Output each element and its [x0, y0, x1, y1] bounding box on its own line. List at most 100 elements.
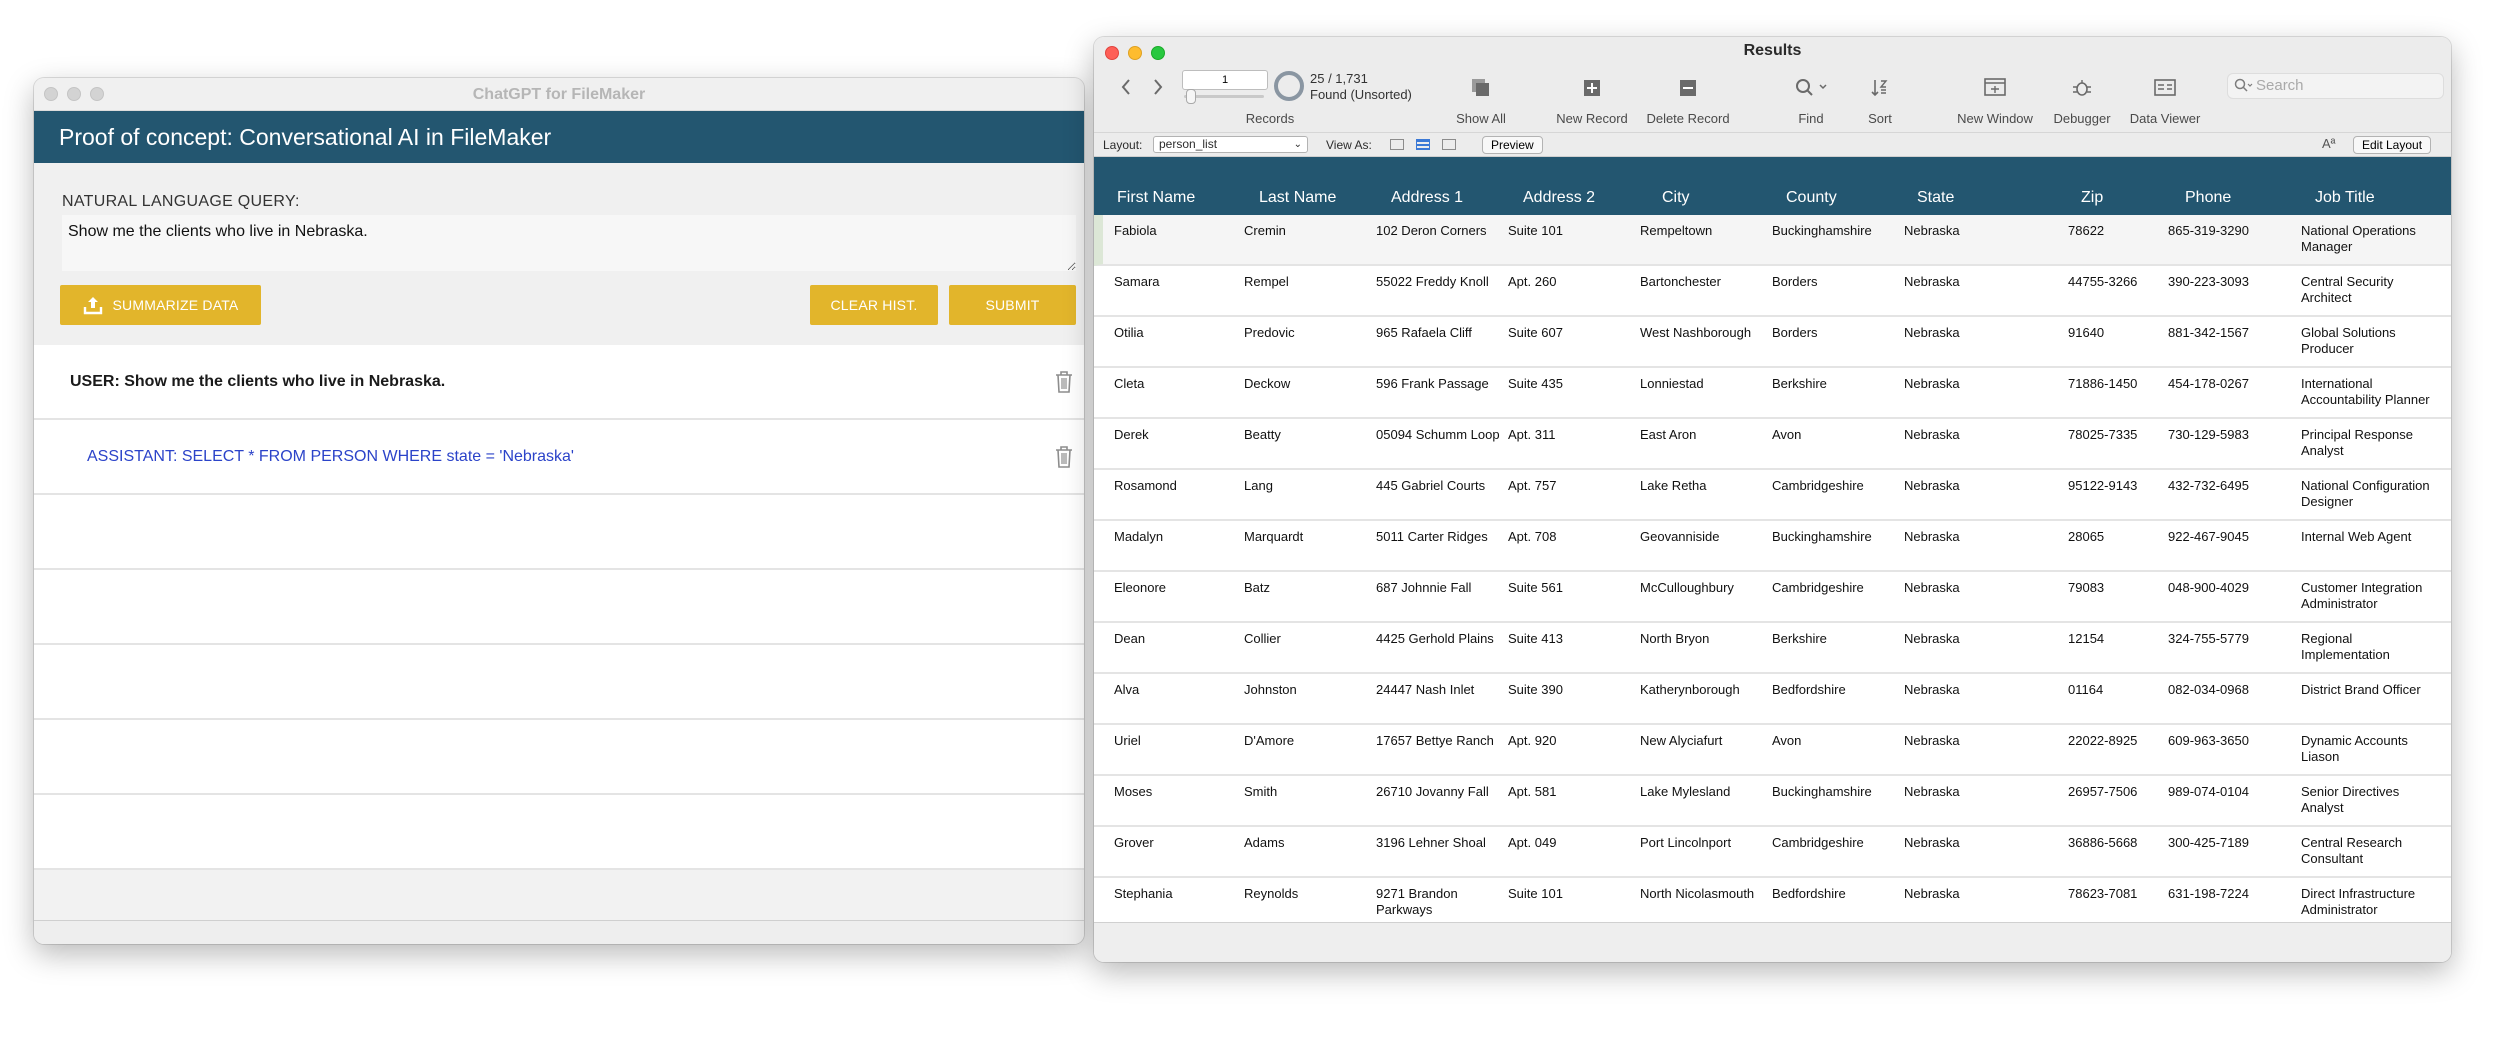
table-row[interactable]: Alva Johnston 24447 Nash Inlet Suite 390 Kat…: [1094, 674, 2451, 725]
phone-cell[interactable]: 730-129-5983: [2168, 427, 2293, 443]
state-cell[interactable]: Nebraska: [1904, 784, 2054, 800]
address2-cell[interactable]: Suite 101: [1508, 886, 1628, 902]
column-header[interactable]: Phone: [2185, 189, 2231, 207]
record-number-input[interactable]: [1182, 70, 1268, 90]
summarize-data-button[interactable]: SUMMARIZE DATA: [60, 285, 261, 325]
close-window-button[interactable]: [44, 87, 58, 101]
preview-button[interactable]: Preview: [1482, 136, 1543, 154]
address2-cell[interactable]: Apt. 757: [1508, 478, 1628, 494]
trash-icon[interactable]: [1054, 370, 1074, 394]
state-cell[interactable]: Nebraska: [1904, 529, 2054, 545]
list-view-icon[interactable]: [1416, 139, 1430, 150]
city-cell[interactable]: West Nashborough: [1640, 325, 1765, 341]
column-header[interactable]: First Name: [1117, 189, 1195, 207]
job-title-cell[interactable]: Central Research Consultant: [2301, 835, 2441, 867]
new-record-icon[interactable]: [1581, 77, 1603, 99]
zip-cell[interactable]: 44755-3266: [2068, 274, 2163, 290]
address1-cell[interactable]: 17657 Bettye Ranch: [1376, 733, 1504, 749]
chevron-left-icon[interactable]: [1120, 77, 1132, 97]
trash-icon[interactable]: [1054, 445, 1074, 469]
county-cell[interactable]: Buckinghamshire: [1772, 223, 1900, 239]
county-cell[interactable]: Avon: [1772, 733, 1900, 749]
address2-cell[interactable]: Apt. 311: [1508, 427, 1628, 443]
table-row[interactable]: Grover Adams 3196 Lehner Shoal Apt. 049 Port…: [1094, 827, 2451, 878]
job-title-cell[interactable]: Dynamic Accounts Liason: [2301, 733, 2441, 765]
address1-cell[interactable]: 9271 Brandon Parkways: [1376, 886, 1504, 918]
zip-cell[interactable]: 26957-7506: [2068, 784, 2163, 800]
phone-cell[interactable]: 865-319-3290: [2168, 223, 2293, 239]
city-cell[interactable]: East Aron: [1640, 427, 1765, 443]
submit-button[interactable]: SUBMIT: [949, 285, 1076, 325]
debugger-button[interactable]: Debugger: [2053, 111, 2110, 126]
table-row[interactable]: Cleta Deckow 596 Frank Passage Suite 435 Lon…: [1094, 368, 2451, 419]
table-row[interactable]: Madalyn Marquardt 5011 Carter Ridges Apt. 7…: [1094, 521, 2451, 572]
column-header[interactable]: City: [1662, 189, 1690, 207]
first-name-cell[interactable]: Otilia: [1114, 325, 1234, 341]
address2-cell[interactable]: Suite 435: [1508, 376, 1628, 392]
first-name-cell[interactable]: Derek: [1114, 427, 1234, 443]
last-name-cell[interactable]: Smith: [1244, 784, 1364, 800]
last-name-cell[interactable]: Batz: [1244, 580, 1364, 596]
city-cell[interactable]: Lake Retha: [1640, 478, 1765, 494]
last-name-cell[interactable]: Lang: [1244, 478, 1364, 494]
edit-layout-button[interactable]: Edit Layout: [2353, 136, 2432, 154]
city-cell[interactable]: Port Lincolnport: [1640, 835, 1765, 851]
table-row[interactable]: Uriel D'Amore 17657 Bettye Ranch Apt. 920 Ne…: [1094, 725, 2451, 776]
search-input[interactable]: Search: [2227, 73, 2444, 99]
city-cell[interactable]: North Nicolasmouth: [1640, 886, 1765, 902]
last-name-cell[interactable]: Reynolds: [1244, 886, 1364, 902]
table-row[interactable]: Rosamond Lang 445 Gabriel Courts Apt. 757 La…: [1094, 470, 2451, 521]
address1-cell[interactable]: 445 Gabriel Courts: [1376, 478, 1504, 494]
phone-cell[interactable]: 922-467-9045: [2168, 529, 2293, 545]
show-all-icon[interactable]: [1470, 77, 1492, 99]
address1-cell[interactable]: 102 Deron Corners: [1376, 223, 1504, 239]
job-title-cell[interactable]: Regional Implementation: [2301, 631, 2441, 663]
phone-cell[interactable]: 881-342-1567: [2168, 325, 2293, 341]
last-name-cell[interactable]: Deckow: [1244, 376, 1364, 392]
state-cell[interactable]: Nebraska: [1904, 376, 2054, 392]
phone-cell[interactable]: 300-425-7189: [2168, 835, 2293, 851]
job-title-cell[interactable]: Direct Infrastructure Administrator: [2301, 886, 2441, 918]
job-title-cell[interactable]: Principal Response Analyst: [2301, 427, 2441, 459]
record-slider-handle[interactable]: [1186, 89, 1196, 104]
zip-cell[interactable]: 71886-1450: [2068, 376, 2163, 392]
last-name-cell[interactable]: Cremin: [1244, 223, 1364, 239]
table-row[interactable]: Otilia Predovic 965 Rafaela Cliff Suite 607…: [1094, 317, 2451, 368]
state-cell[interactable]: Nebraska: [1904, 325, 2054, 341]
address2-cell[interactable]: Apt. 581: [1508, 784, 1628, 800]
city-cell[interactable]: Lonniestad: [1640, 376, 1765, 392]
table-row[interactable]: Dean Collier 4425 Gerhold Plains Suite 413 N…: [1094, 623, 2451, 674]
job-title-cell[interactable]: National Operations Manager: [2301, 223, 2441, 255]
address2-cell[interactable]: Suite 561: [1508, 580, 1628, 596]
sort-icon[interactable]: [1869, 77, 1891, 99]
minimize-window-button[interactable]: [67, 87, 81, 101]
job-title-cell[interactable]: National Configuration Designer: [2301, 478, 2441, 510]
county-cell[interactable]: Cambridgeshire: [1772, 478, 1900, 494]
show-all-button[interactable]: Show All: [1456, 111, 1506, 126]
state-cell[interactable]: Nebraska: [1904, 478, 2054, 494]
table-row[interactable]: Moses Smith 26710 Jovanny Fall Apt. 581 Lake…: [1094, 776, 2451, 827]
city-cell[interactable]: North Bryon: [1640, 631, 1765, 647]
table-row[interactable]: Eleonore Batz 687 Johnnie Fall Suite 561 McC…: [1094, 572, 2451, 623]
address1-cell[interactable]: 687 Johnnie Fall: [1376, 580, 1504, 596]
first-name-cell[interactable]: Eleonore: [1114, 580, 1234, 596]
column-header[interactable]: Zip: [2081, 189, 2103, 207]
record-slider[interactable]: [1184, 95, 1264, 98]
data-viewer-button[interactable]: Data Viewer: [2130, 111, 2201, 126]
table-row[interactable]: Samara Rempel 55022 Freddy Knoll Apt. 260 Ba…: [1094, 266, 2451, 317]
address1-cell[interactable]: 965 Rafaela Cliff: [1376, 325, 1504, 341]
table-view-icon[interactable]: [1442, 139, 1456, 150]
data-viewer-icon[interactable]: [2153, 77, 2177, 99]
state-cell[interactable]: Nebraska: [1904, 427, 2054, 443]
zip-cell[interactable]: 95122-9143: [2068, 478, 2163, 494]
address2-cell[interactable]: Apt. 049: [1508, 835, 1628, 851]
state-cell[interactable]: Nebraska: [1904, 835, 2054, 851]
first-name-cell[interactable]: Grover: [1114, 835, 1234, 851]
zip-cell[interactable]: 78623-7081: [2068, 886, 2163, 902]
clear-history-button[interactable]: CLEAR HIST.: [810, 285, 938, 325]
county-cell[interactable]: Berkshire: [1772, 376, 1900, 392]
state-cell[interactable]: Nebraska: [1904, 631, 2054, 647]
county-cell[interactable]: Avon: [1772, 427, 1900, 443]
zip-cell[interactable]: 01164: [2068, 682, 2163, 698]
phone-cell[interactable]: 631-198-7224: [2168, 886, 2293, 902]
